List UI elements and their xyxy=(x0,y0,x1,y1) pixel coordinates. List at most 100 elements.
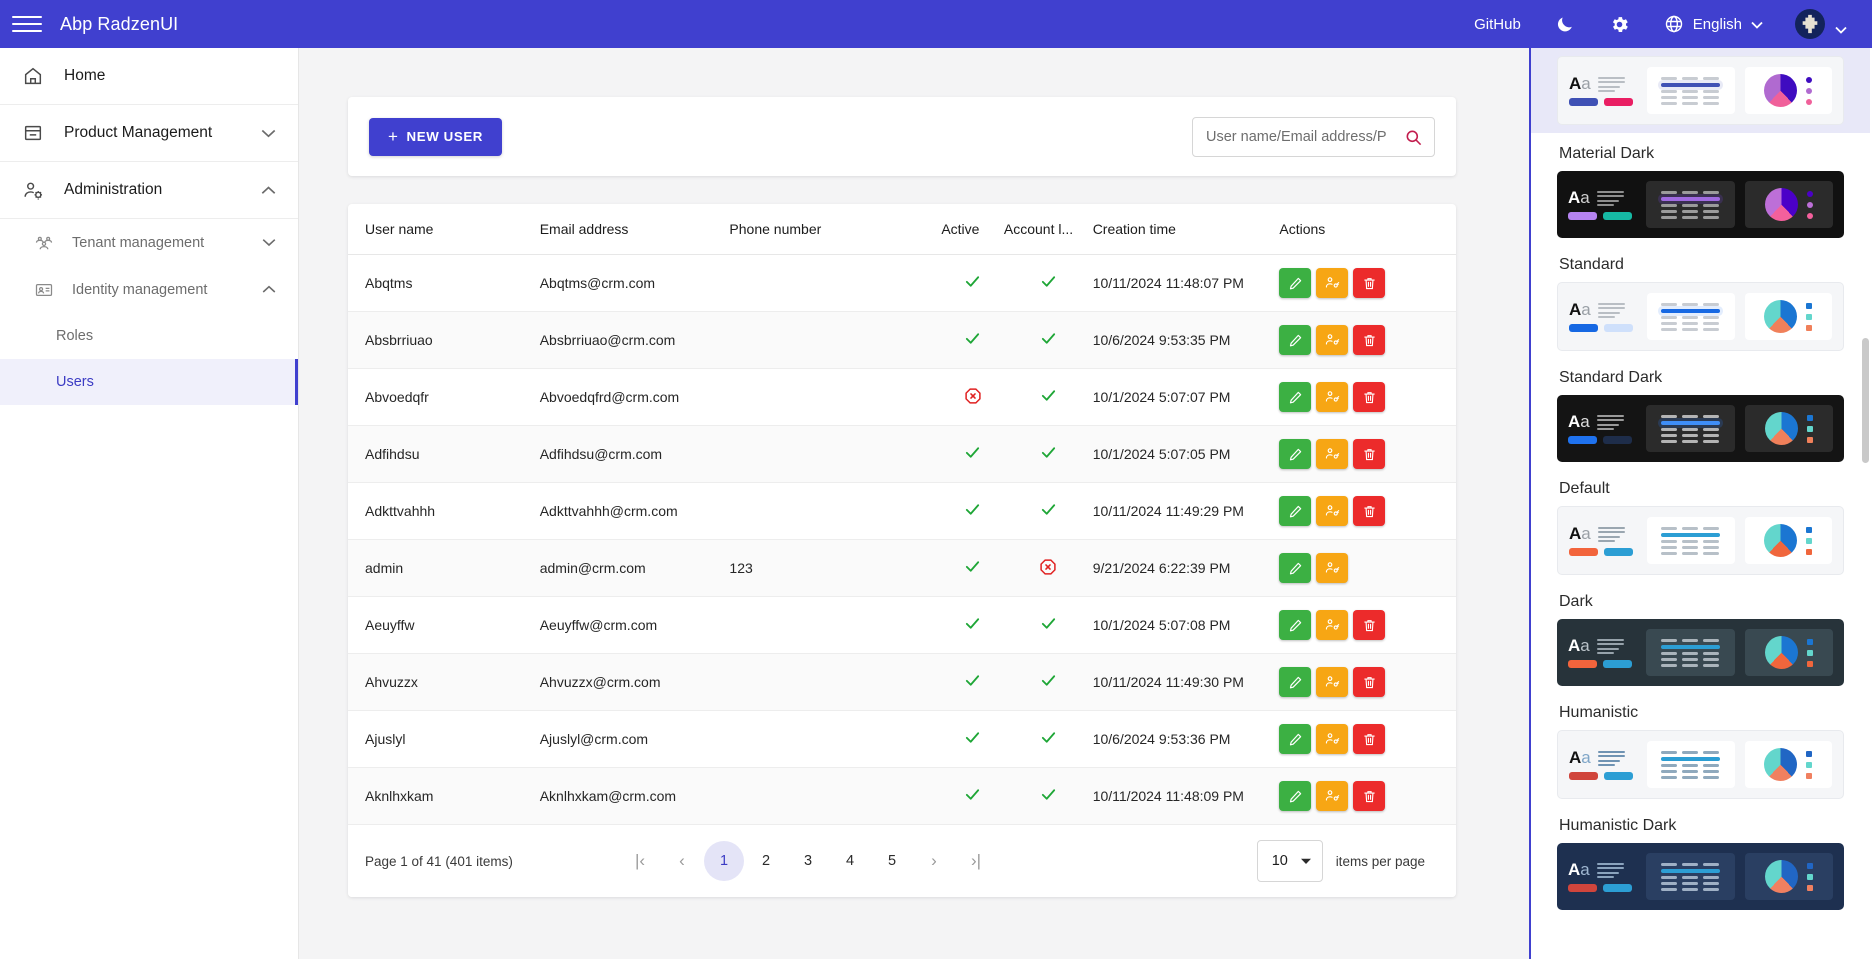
hamburger-menu-icon[interactable] xyxy=(12,13,42,35)
column-header-creation-time[interactable]: Creation time xyxy=(1092,204,1280,255)
user-profile-menu[interactable] xyxy=(1779,9,1858,39)
edit-user-button[interactable] xyxy=(1279,610,1312,640)
pagination-last-button[interactable]: ›| xyxy=(956,841,996,881)
column-header-active[interactable]: Active xyxy=(941,204,1004,255)
search-box[interactable] xyxy=(1192,116,1435,157)
column-header-username[interactable]: User name xyxy=(348,204,540,255)
table-row[interactable]: Adfihdsu Adfihdsu@crm.com 10/1/2024 5:07:0… xyxy=(348,425,1456,483)
edit-user-button[interactable] xyxy=(1279,268,1312,298)
theme-preview-card[interactable]: Aa xyxy=(1557,506,1844,575)
edit-user-button[interactable] xyxy=(1279,325,1312,355)
theme-typography-preview: Aa xyxy=(1569,749,1637,780)
table-row[interactable]: admin admin@crm.com 123 9/21/2024 6:22:39 P… xyxy=(348,539,1456,597)
user-permissions-button[interactable] xyxy=(1316,553,1349,583)
edit-user-button[interactable] xyxy=(1279,781,1312,811)
sidebar-item-users[interactable]: Users xyxy=(0,359,298,405)
pagination-page-2[interactable]: 2 xyxy=(746,841,786,881)
column-header-account-locked[interactable]: Account l... xyxy=(1003,204,1093,255)
sidebar-item-home[interactable]: Home xyxy=(0,48,298,105)
pagination-page-5[interactable]: 5 xyxy=(872,841,912,881)
theme-name-label: Standard xyxy=(1559,256,1624,273)
edit-user-button[interactable] xyxy=(1279,667,1312,697)
pagination-page-3[interactable]: 3 xyxy=(788,841,828,881)
user-permissions-button[interactable] xyxy=(1316,724,1349,754)
items-per-page-select[interactable]: 10 xyxy=(1256,840,1323,882)
table-row[interactable]: Ajuslyl Ajuslyl@crm.com 10/6/2024 9:53:36 … xyxy=(348,710,1456,768)
pagination-page-1[interactable]: 1 xyxy=(704,841,744,881)
theme-preview-card[interactable]: Aa xyxy=(1557,395,1844,462)
table-row[interactable]: Abqtms Abqtms@crm.com 10/11/2024 11:48:07 … xyxy=(348,254,1456,312)
cell-actions xyxy=(1279,482,1456,540)
sidebar-item-tenant-management[interactable]: Tenant management xyxy=(0,219,298,266)
theme-preview-card[interactable]: Aa xyxy=(1557,730,1844,799)
github-link[interactable]: GitHub xyxy=(1457,0,1538,48)
user-permissions-button[interactable] xyxy=(1316,667,1349,697)
table-row[interactable]: Abvoedqfr Abvoedqfrd@crm.com 10/1/2024 5:0… xyxy=(348,368,1456,426)
theme-table-preview xyxy=(1647,293,1735,340)
edit-user-button[interactable] xyxy=(1279,553,1312,583)
user-permissions-button[interactable] xyxy=(1316,610,1349,640)
pagination-prev-button[interactable]: ‹ xyxy=(662,841,702,881)
sidebar-item-identity-management[interactable]: Identity management xyxy=(0,266,298,313)
sidebar-item-administration[interactable]: Administration xyxy=(0,162,298,219)
topbar-right-actions: GitHub English xyxy=(1457,0,1872,48)
user-permissions-button[interactable] xyxy=(1316,439,1349,469)
edit-user-button[interactable] xyxy=(1279,724,1312,754)
theme-preview-card[interactable]: Aa xyxy=(1557,56,1844,125)
cell-username: admin xyxy=(348,539,540,597)
search-icon[interactable] xyxy=(1404,128,1423,152)
user-permissions-button[interactable] xyxy=(1316,781,1349,811)
theme-block: Default Aa xyxy=(1557,468,1844,581)
table-row[interactable]: Ahvuzzx Ahvuzzx@crm.com 10/11/2024 11:49:3… xyxy=(348,653,1456,711)
delete-user-button[interactable] xyxy=(1353,781,1386,811)
delete-user-button[interactable] xyxy=(1353,268,1386,298)
theme-preview-card[interactable]: Aa xyxy=(1557,171,1844,238)
cell-active xyxy=(941,596,1004,654)
cell-account-locked xyxy=(1003,368,1093,426)
plus-icon: + xyxy=(388,127,399,146)
user-permissions-button[interactable] xyxy=(1316,496,1349,526)
language-selector[interactable]: English xyxy=(1647,0,1779,48)
theme-chart-preview xyxy=(1744,629,1833,676)
delete-user-button[interactable] xyxy=(1353,325,1386,355)
theme-preview-card[interactable]: Aa xyxy=(1557,619,1844,686)
pagination-page-4[interactable]: 4 xyxy=(830,841,870,881)
delete-user-button[interactable] xyxy=(1353,382,1386,412)
delete-user-button[interactable] xyxy=(1353,496,1386,526)
cell-actions xyxy=(1279,254,1456,312)
column-header-phone[interactable]: Phone number xyxy=(729,204,942,255)
cell-username: Adkttvahhh xyxy=(348,482,540,540)
theme-block: Standard Aa xyxy=(1557,244,1844,357)
delete-user-button[interactable] xyxy=(1353,724,1386,754)
settings-button[interactable] xyxy=(1592,0,1647,48)
edit-user-button[interactable] xyxy=(1279,496,1312,526)
user-permissions-button[interactable] xyxy=(1316,268,1349,298)
search-input[interactable] xyxy=(1193,117,1434,156)
delete-user-button[interactable] xyxy=(1353,439,1386,469)
pagination-first-button[interactable]: |‹ xyxy=(620,841,660,881)
users-table-card: User name Email address Phone number Act… xyxy=(348,204,1456,897)
sidebar-item-product-management[interactable]: Product Management xyxy=(0,105,298,162)
user-permission-icon xyxy=(1324,503,1340,519)
user-permissions-button[interactable] xyxy=(1316,382,1349,412)
dark-mode-toggle[interactable] xyxy=(1538,0,1592,48)
table-row[interactable]: Aeuyffw Aeuyffw@crm.com 10/1/2024 5:07:08 … xyxy=(348,596,1456,654)
pagination-next-button[interactable]: › xyxy=(914,841,954,881)
delete-user-button[interactable] xyxy=(1353,667,1386,697)
user-permissions-button[interactable] xyxy=(1316,325,1349,355)
table-row[interactable]: Absbrriuao Absbrriuao@crm.com 10/6/2024 9:… xyxy=(348,311,1456,369)
new-user-button[interactable]: + NEW USER xyxy=(369,117,502,156)
theme-preview-card[interactable]: Aa xyxy=(1557,843,1844,910)
theme-chart-preview xyxy=(1744,293,1832,340)
edit-user-button[interactable] xyxy=(1279,439,1312,469)
pencil-icon xyxy=(1288,333,1303,348)
table-row[interactable]: Adkttvahhh Adkttvahhh@crm.com 10/11/2024 1… xyxy=(348,482,1456,540)
edit-user-button[interactable] xyxy=(1279,382,1312,412)
theme-preview-card[interactable]: Aa xyxy=(1557,282,1844,351)
delete-user-button[interactable] xyxy=(1353,610,1386,640)
table-row[interactable]: Aknlhxkam Aknlhxkam@crm.com 10/11/2024 11:… xyxy=(348,767,1456,825)
cell-active xyxy=(941,482,1004,540)
column-header-email[interactable]: Email address xyxy=(539,204,730,255)
sidebar-item-roles[interactable]: Roles xyxy=(0,313,298,359)
theme-panel-scrollbar[interactable] xyxy=(1862,338,1869,463)
